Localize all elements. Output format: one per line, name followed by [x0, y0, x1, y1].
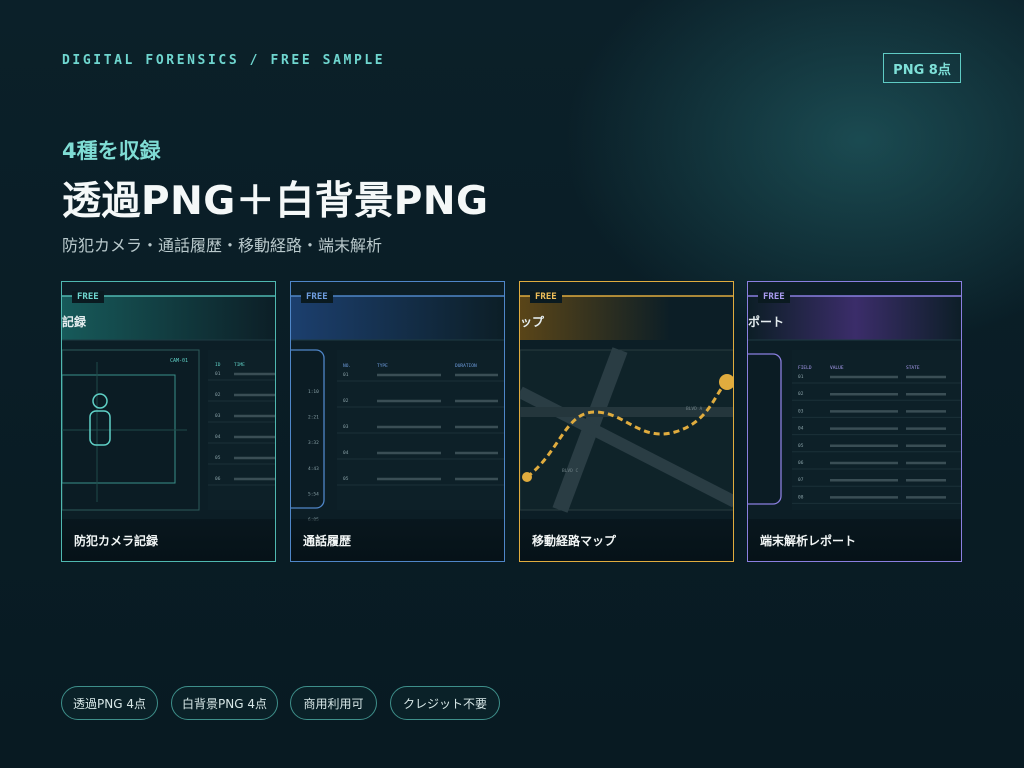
free-badge: FREE [758, 291, 790, 303]
preview-column-header: FIELD [798, 365, 812, 371]
card-caption: 移動経路マップ [520, 519, 733, 561]
eyebrow-title: 4種を収録 [62, 139, 161, 163]
card-caption: 端末解析レポート [748, 519, 961, 561]
preview-row-id: 04 [215, 434, 221, 440]
tag-commercial-use[interactable]: 商用利用可 [290, 686, 377, 720]
preview-row-id: 03 [215, 413, 221, 419]
top-label: DIGITAL FORENSICS / FREE SAMPLE [62, 53, 386, 68]
free-badge: FREE [72, 291, 104, 303]
preview-column-header: STATE [906, 365, 920, 371]
preview-row-id: 05 [343, 476, 349, 482]
card-header-text: ップ [520, 315, 545, 329]
preview-row-id: 03 [343, 424, 349, 430]
png-count-badge: PNG 8点 [883, 53, 961, 83]
tag-no-credit[interactable]: クレジット不要 [390, 686, 500, 720]
card-cctv-record[interactable]: CAM-01 ID TIME 01 02 03 04 05 06 FREE 記録 防犯カメラ記… [61, 281, 276, 562]
preview-column-header: TIME [234, 362, 245, 368]
preview-row-id: 02 [215, 392, 221, 398]
preview-column-header: TYPE [377, 363, 388, 369]
preview-row-id: 01 [343, 372, 349, 378]
preview-row-id: 01 [798, 374, 804, 380]
call-time-label: 4:43 [308, 466, 319, 472]
preview-row-id: 06 [215, 476, 221, 482]
preview-row-id: 01 [215, 371, 221, 377]
preview-column-header: ID [215, 362, 221, 368]
call-time-label: 3:32 [308, 440, 319, 446]
card-device-report[interactable]: FIELD VALUE STATE 01 02 03 04 05 06 07 08 FREE ポート… [747, 281, 962, 562]
preview-row-id: 02 [343, 398, 349, 404]
map-street-label: BLVD C [562, 468, 579, 474]
route-start-point [522, 472, 532, 482]
tag-transparent-png[interactable]: 透過PNG 4点 [61, 686, 158, 720]
call-time-label: 5:54 [308, 491, 319, 497]
call-time-label: 2:21 [308, 415, 319, 421]
preview-row-id: 08 [798, 494, 804, 500]
card-caption: 通話履歴 [291, 519, 504, 561]
preview-column-header: DURATION [455, 363, 477, 369]
card-call-history[interactable]: 1:102:213:324:435:546:05 NO.TYPEDURATION… [290, 281, 505, 562]
headline: 透過PNG＋白背景PNG [62, 179, 489, 224]
subline: 防犯カメラ・通話履歴・移動経路・端末解析 [62, 236, 383, 255]
map-street-label: BLVD A [686, 406, 703, 412]
call-time-label: 1:10 [308, 389, 319, 395]
card-caption: 防犯カメラ記録 [62, 519, 275, 561]
preview-row-id: 02 [798, 391, 804, 397]
cam-label: CAM-01 [170, 358, 188, 364]
preview-row-id: 07 [798, 477, 804, 483]
preview-row-id: 05 [215, 455, 221, 461]
card-header-text: 記録 [62, 315, 87, 329]
preview-column-header: VALUE [830, 365, 844, 371]
tag-white-bg-png[interactable]: 白背景PNG 4点 [171, 686, 278, 720]
preview-row-id: 06 [798, 460, 804, 466]
preview-row-id: 04 [798, 426, 804, 432]
card-header-text: ポート [748, 315, 785, 329]
card-route-map[interactable]: BLVD A BLVD C FREE ップ 移動経路マップ [519, 281, 734, 562]
free-badge: FREE [301, 291, 333, 303]
free-badge: FREE [530, 291, 562, 303]
preview-row-id: 03 [798, 408, 804, 414]
preview-row-id: 04 [343, 450, 349, 456]
preview-column-header: NO. [343, 363, 351, 369]
preview-row-id: 05 [798, 443, 804, 449]
